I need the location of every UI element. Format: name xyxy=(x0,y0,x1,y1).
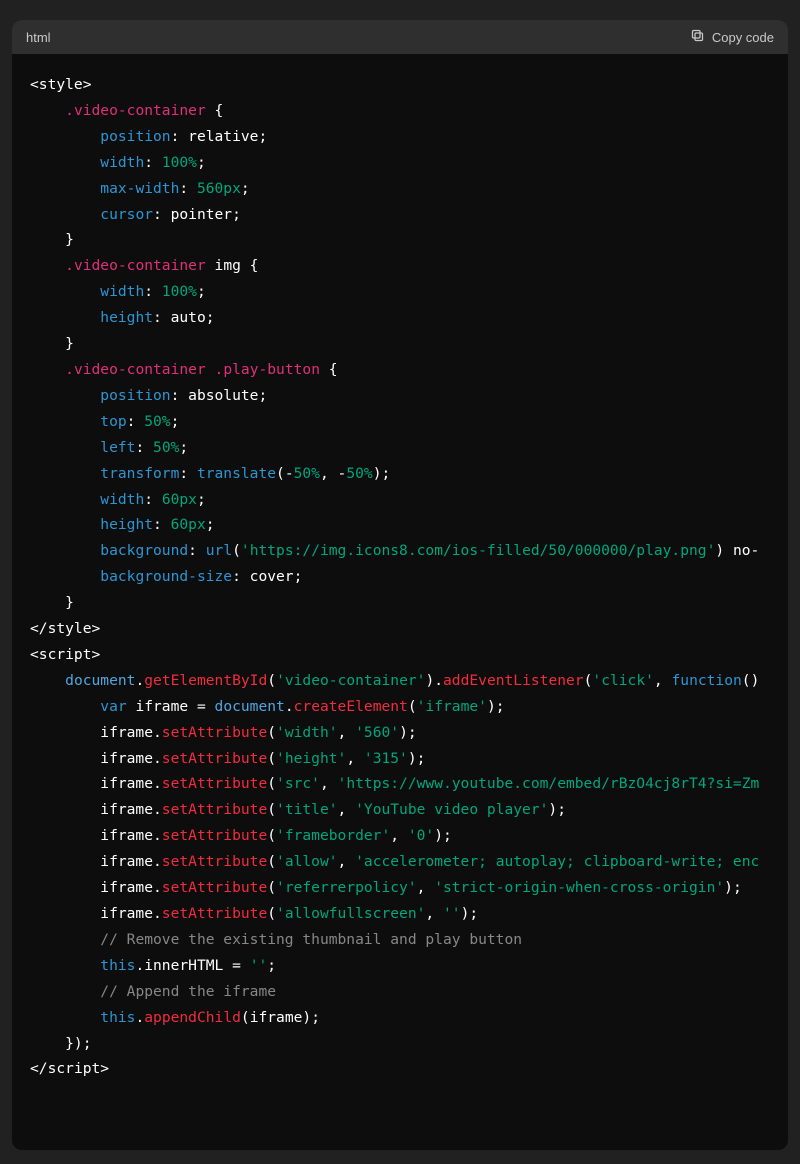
copy-code-label: Copy code xyxy=(712,30,774,45)
code-line: .video-container .play-button { xyxy=(30,357,788,383)
code-line: transform: translate(-50%, -50%); xyxy=(30,461,788,487)
code-line: iframe.setAttribute('referrerpolicy', 's… xyxy=(30,875,788,901)
code-line: document.getElementById('video-container… xyxy=(30,668,788,694)
code-line: top: 50%; xyxy=(30,409,788,435)
code-line: this.innerHTML = ''; xyxy=(30,953,788,979)
code-line: iframe.setAttribute('title', 'YouTube vi… xyxy=(30,797,788,823)
code-line: background: url('https://img.icons8.com/… xyxy=(30,538,788,564)
code-line: cursor: pointer; xyxy=(30,202,788,228)
copy-code-button[interactable]: Copy code xyxy=(690,28,774,46)
code-line: background-size: cover; xyxy=(30,564,788,590)
code-line: } xyxy=(30,590,788,616)
code-line: // Remove the existing thumbnail and pla… xyxy=(30,927,788,953)
code-line: .video-container { xyxy=(30,98,788,124)
code-line: iframe.setAttribute('frameborder', '0'); xyxy=(30,823,788,849)
code-line: width: 60px; xyxy=(30,487,788,513)
code-line: width: 100%; xyxy=(30,150,788,176)
code-line: iframe.setAttribute('height', '315'); xyxy=(30,746,788,772)
code-line: }); xyxy=(30,1031,788,1057)
code-line: var iframe = document.createElement('ifr… xyxy=(30,694,788,720)
code-line: position: relative; xyxy=(30,124,788,150)
code-line: <style> xyxy=(30,72,788,98)
code-line: iframe.setAttribute('allow', 'accelerome… xyxy=(30,849,788,875)
code-line: // Append the iframe xyxy=(30,979,788,1005)
code-block: html Copy code <style> .video-container … xyxy=(12,20,788,1150)
code-line: <script> xyxy=(30,642,788,668)
code-line: this.appendChild(iframe); xyxy=(30,1005,788,1031)
code-body[interactable]: <style> .video-container { position: rel… xyxy=(12,54,788,1100)
code-line: </style> xyxy=(30,616,788,642)
code-language: html xyxy=(26,30,51,45)
code-line: height: 60px; xyxy=(30,512,788,538)
code-line: position: absolute; xyxy=(30,383,788,409)
code-line: iframe.setAttribute('allowfullscreen', '… xyxy=(30,901,788,927)
clipboard-icon xyxy=(690,28,705,46)
code-line: iframe.setAttribute('src', 'https://www.… xyxy=(30,771,788,797)
code-line: max-width: 560px; xyxy=(30,176,788,202)
code-line: iframe.setAttribute('width', '560'); xyxy=(30,720,788,746)
code-line: height: auto; xyxy=(30,305,788,331)
code-header: html Copy code xyxy=(12,20,788,54)
code-line: } xyxy=(30,331,788,357)
code-line: } xyxy=(30,227,788,253)
code-line: left: 50%; xyxy=(30,435,788,461)
code-line: .video-container img { xyxy=(30,253,788,279)
code-line: </script> xyxy=(30,1056,788,1082)
code-line: width: 100%; xyxy=(30,279,788,305)
